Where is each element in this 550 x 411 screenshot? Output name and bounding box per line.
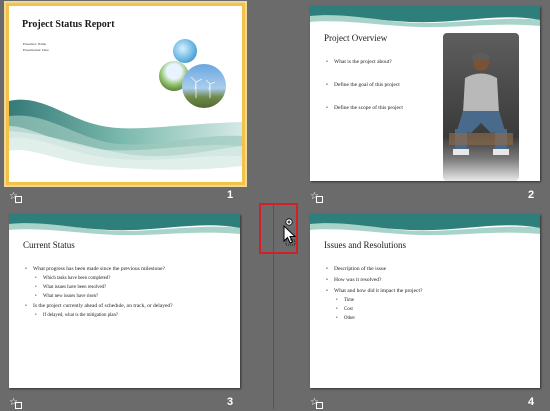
star-icon[interactable]: ☆ <box>9 192 22 203</box>
sub-bullet-item: Other <box>336 316 534 321</box>
star-icon[interactable]: ☆ <box>310 192 323 203</box>
slide-title: Current Status <box>23 240 75 250</box>
bullet-item: How was it resolved? <box>326 277 534 283</box>
bullet-item: What and how did it impact the project? <box>326 288 534 294</box>
slide-thumbnail-1[interactable]: Project Status Report Presenter: Name Pr… <box>6 3 245 185</box>
wave-decoration <box>9 99 242 170</box>
bullet-item: What progress has been made since the pr… <box>25 266 233 272</box>
wave-decoration <box>310 6 540 28</box>
sub-bullet-item: Cost <box>336 307 534 312</box>
person-photo <box>443 33 519 181</box>
slide-title: Project Overview <box>324 33 388 43</box>
bullet-item: Define the scope of this project <box>326 105 403 111</box>
star-icon[interactable]: ☆ <box>9 398 22 409</box>
slide-number-1: 1 <box>227 189 234 201</box>
sub-bullet-item: Time <box>336 298 534 303</box>
bullet-item: Description of the issue <box>326 266 534 272</box>
slide-thumbnail-3[interactable]: Current Status What progress has been ma… <box>9 214 240 388</box>
bullet-list: Description of the issue How was it reso… <box>326 266 534 321</box>
slide-number-4: 4 <box>528 396 535 408</box>
sub-bullet-item: What new issues have risen? <box>35 294 233 299</box>
sub-bullet-item: Which tasks have been completed? <box>35 276 233 281</box>
sub-bullet-item: If delayed, what is the mitigation plan? <box>35 313 233 318</box>
wave-decoration <box>310 214 540 236</box>
slide-title: Issues and Resolutions <box>324 240 406 250</box>
bullet-item: Define the goal of this project <box>326 82 403 88</box>
bullet-list: What is the project about? Define the go… <box>326 59 403 111</box>
star-icon[interactable]: ☆ <box>310 398 323 409</box>
wave-decoration <box>9 214 240 236</box>
person-figure <box>449 52 513 155</box>
slide-thumbnail-4[interactable]: Issues and Resolutions Description of th… <box>310 214 540 388</box>
sub-bullet-item: What issues have been resolved? <box>35 285 233 290</box>
slide-number-2: 2 <box>528 189 535 201</box>
bullet-item: What is the project about? <box>326 59 403 65</box>
bullet-item: Is the project currently ahead of schedu… <box>25 303 233 309</box>
slide-thumbnail-2[interactable]: Project Overview What is the project abo… <box>310 6 540 181</box>
move-cursor-icon <box>283 218 297 246</box>
slide-number-3: 3 <box>227 396 234 408</box>
bullet-list: What progress has been made since the pr… <box>25 266 233 318</box>
slide-sorter-view: Project Status Report Presenter: Name Pr… <box>0 0 550 411</box>
